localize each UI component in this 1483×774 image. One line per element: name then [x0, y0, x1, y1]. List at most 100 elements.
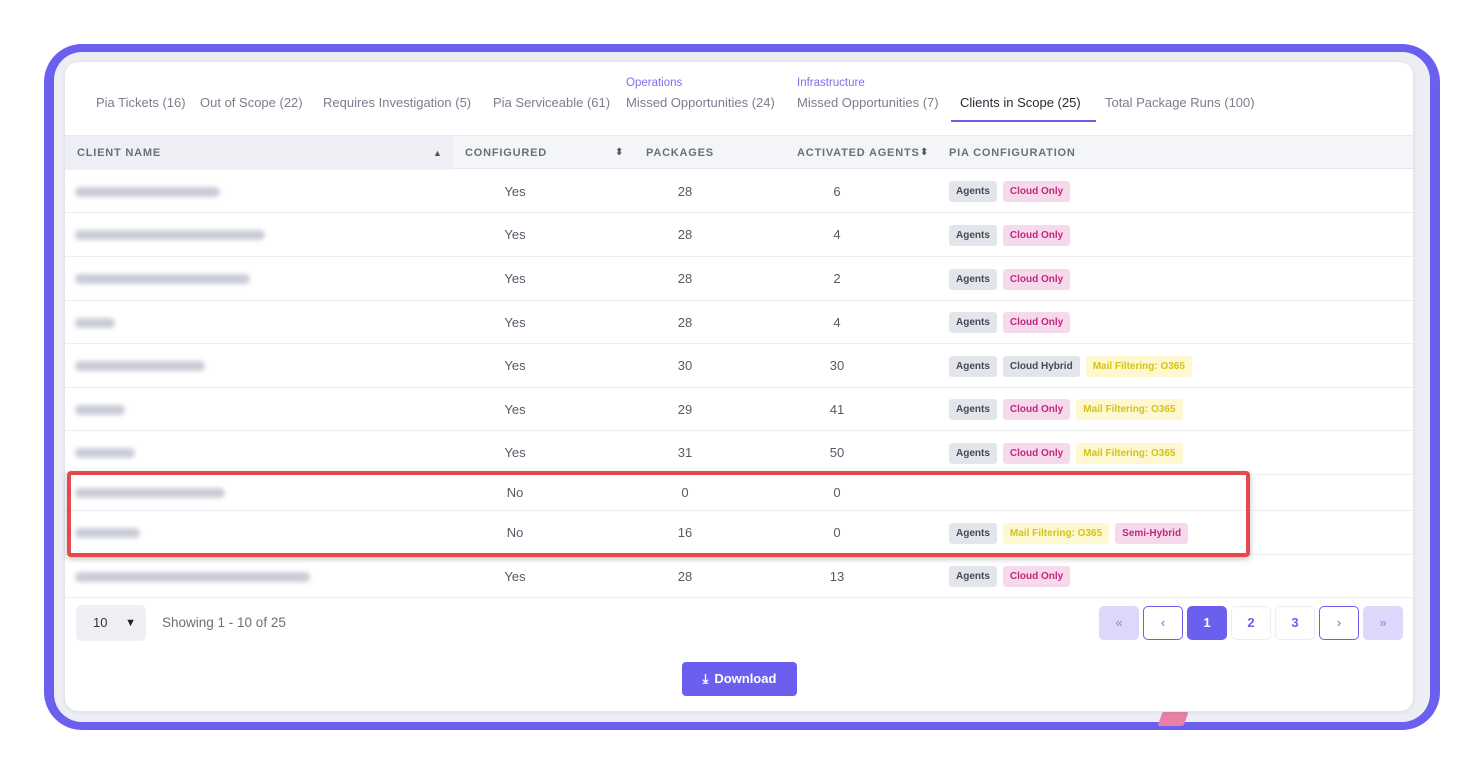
next-page-button[interactable]: ›: [1319, 606, 1359, 640]
config-tag: Agents: [949, 566, 997, 587]
cell-packages: 28: [677, 315, 693, 330]
page-1-button[interactable]: 1: [1187, 606, 1227, 640]
config-tag: Cloud Only: [1002, 566, 1071, 587]
table-row[interactable]: Yes 28 4 Agents Cloud Only: [65, 213, 1413, 257]
config-tag: Agents: [949, 355, 997, 377]
tab-sub-label: Operations: [626, 77, 683, 89]
cell-configured: Yes: [504, 402, 526, 417]
cell-configured: Yes: [504, 315, 526, 330]
cell-activated-agents: 30: [829, 358, 845, 373]
cell-packages: 28: [677, 184, 693, 199]
pia-configuration-tags: Agents Cloud Only Mail Filtering: O365: [949, 431, 1183, 475]
table-header: CLIENT NAME ▲ CONFIGURED ⬍ PACKAGES ACTI…: [65, 135, 1413, 170]
cell-configured: No: [506, 485, 524, 500]
sort-icon: ⬍: [920, 147, 930, 158]
sort-asc-icon: ▲: [433, 148, 443, 158]
config-tag: Agents: [949, 312, 997, 333]
active-tab-indicator: [951, 120, 1096, 122]
table-row[interactable]: Yes 31 50 Agents Cloud Only Mail Filtering: O…: [65, 431, 1413, 475]
config-tag: Agents: [949, 224, 997, 246]
tab-requires-investigation[interactable]: Requires Investigation (5): [323, 95, 471, 110]
client-name-redacted: [75, 448, 135, 458]
clients-card: Pia Tickets (16) Out of Scope (22) Requi…: [64, 61, 1414, 712]
decorative-shape: [1157, 712, 1189, 726]
cell-packages: 28: [677, 227, 693, 242]
cell-packages: 31: [677, 445, 693, 460]
client-name-redacted: [75, 317, 115, 328]
cell-packages: 29: [677, 402, 693, 417]
cell-configured: Yes: [504, 445, 526, 460]
config-tag: Cloud Only: [1002, 399, 1071, 420]
page-size-select[interactable]: 10 ▼: [76, 605, 146, 641]
cell-activated-agents: 2: [833, 271, 841, 286]
config-tag: Cloud Only: [1002, 268, 1071, 290]
cell-configured: Yes: [504, 271, 526, 286]
tab-operations-missed-opportunities[interactable]: Operations Missed Opportunities (24): [626, 77, 775, 110]
showing-count: Showing 1 - 10 of 25: [162, 615, 286, 630]
tab-total-package-runs[interactable]: Total Package Runs (100): [1105, 95, 1255, 110]
client-name-redacted: [75, 274, 250, 284]
config-tag: Cloud Only: [1002, 442, 1071, 464]
client-name-redacted: [75, 488, 225, 498]
pia-configuration-tags: Agents Cloud Hybrid Mail Filtering: O365: [949, 344, 1192, 388]
client-name-redacted: [75, 528, 140, 538]
table-row[interactable]: Yes 30 30 Agents Cloud Hybrid Mail Filtering:…: [65, 344, 1413, 388]
table-row[interactable]: Yes 28 4 Agents Cloud Only: [65, 301, 1413, 344]
table-row[interactable]: Yes 28 2 Agents Cloud Only: [65, 257, 1413, 301]
pia-configuration-tags: Agents Cloud Only: [949, 555, 1071, 598]
config-tag: Cloud Only: [1002, 224, 1071, 246]
pia-configuration-tags: Agents Mail Filtering: O365 Semi-Hybrid: [949, 511, 1189, 555]
page-2-button[interactable]: 2: [1231, 606, 1271, 640]
tab-pia-tickets[interactable]: Pia Tickets (16): [96, 95, 186, 110]
tab-clients-in-scope[interactable]: Clients in Scope (25): [960, 95, 1081, 110]
cell-configured: Yes: [504, 358, 526, 373]
config-tag: Cloud Only: [1002, 312, 1071, 333]
cell-configured: Yes: [504, 227, 526, 242]
cell-activated-agents: 0: [833, 525, 841, 540]
page-3-button[interactable]: 3: [1275, 606, 1315, 640]
cell-activated-agents: 4: [833, 315, 841, 330]
table-row[interactable]: Yes 28 6 Agents Cloud Only: [65, 170, 1413, 213]
config-tag: Cloud Only: [1002, 181, 1071, 202]
pia-configuration-tags: Agents Cloud Only: [949, 213, 1071, 257]
header-activated-agents[interactable]: ACTIVATED AGENTS ⬍: [797, 136, 937, 170]
tab-out-of-scope[interactable]: Out of Scope (22): [200, 95, 303, 110]
last-page-button[interactable]: »: [1363, 606, 1403, 640]
header-client-name[interactable]: CLIENT NAME ▲: [77, 136, 447, 170]
tab-bar: Pia Tickets (16) Out of Scope (22) Requi…: [65, 62, 1413, 134]
config-tag: Cloud Hybrid: [1002, 355, 1080, 377]
cell-activated-agents: 4: [833, 227, 841, 242]
config-tag: Mail Filtering: O365: [1002, 522, 1110, 544]
table-row[interactable]: No 16 0 Agents Mail Filtering: O365 Semi-Hybr…: [65, 511, 1413, 555]
header-pia-configuration: PIA CONFIGURATION: [949, 147, 1076, 159]
config-tag: Agents: [949, 399, 997, 420]
config-tag: Mail Filtering: O365: [1076, 399, 1183, 420]
client-name-redacted: [75, 404, 125, 415]
client-name-redacted: [75, 186, 220, 197]
cell-configured: Yes: [504, 569, 526, 584]
prev-page-button[interactable]: ‹: [1143, 606, 1183, 640]
header-packages[interactable]: PACKAGES: [646, 136, 766, 170]
first-page-button[interactable]: «: [1099, 606, 1139, 640]
tab-pia-serviceable[interactable]: Pia Serviceable (61): [493, 95, 610, 110]
cell-configured: Yes: [504, 184, 526, 199]
download-button[interactable]: ⤓ Download: [682, 662, 797, 696]
config-tag: Mail Filtering: O365: [1085, 355, 1192, 377]
cell-configured: No: [506, 525, 524, 540]
table-row[interactable]: Yes 29 41 Agents Cloud Only Mail Filtering: O…: [65, 388, 1413, 431]
table-row[interactable]: Yes 28 13 Agents Cloud Only: [65, 555, 1413, 598]
client-name-redacted: [75, 230, 265, 240]
config-tag: Agents: [949, 181, 997, 202]
header-configured[interactable]: CONFIGURED ⬍: [465, 136, 625, 170]
tab-infrastructure-missed-opportunities[interactable]: Infrastructure Missed Opportunities (7): [797, 77, 939, 110]
client-name-redacted: [75, 571, 310, 582]
cell-activated-agents: 41: [829, 402, 845, 417]
cell-activated-agents: 0: [833, 485, 841, 500]
pia-configuration-tags: Agents Cloud Only: [949, 257, 1071, 301]
sort-icon: ⬍: [615, 147, 625, 158]
table-row[interactable]: No 0 0: [65, 475, 1413, 511]
pia-configuration-tags: Agents Cloud Only Mail Filtering: O365: [949, 388, 1183, 431]
chevron-down-icon: ▼: [125, 617, 136, 629]
pia-configuration-tags: Agents Cloud Only: [949, 301, 1071, 344]
cell-packages: 28: [677, 271, 693, 286]
